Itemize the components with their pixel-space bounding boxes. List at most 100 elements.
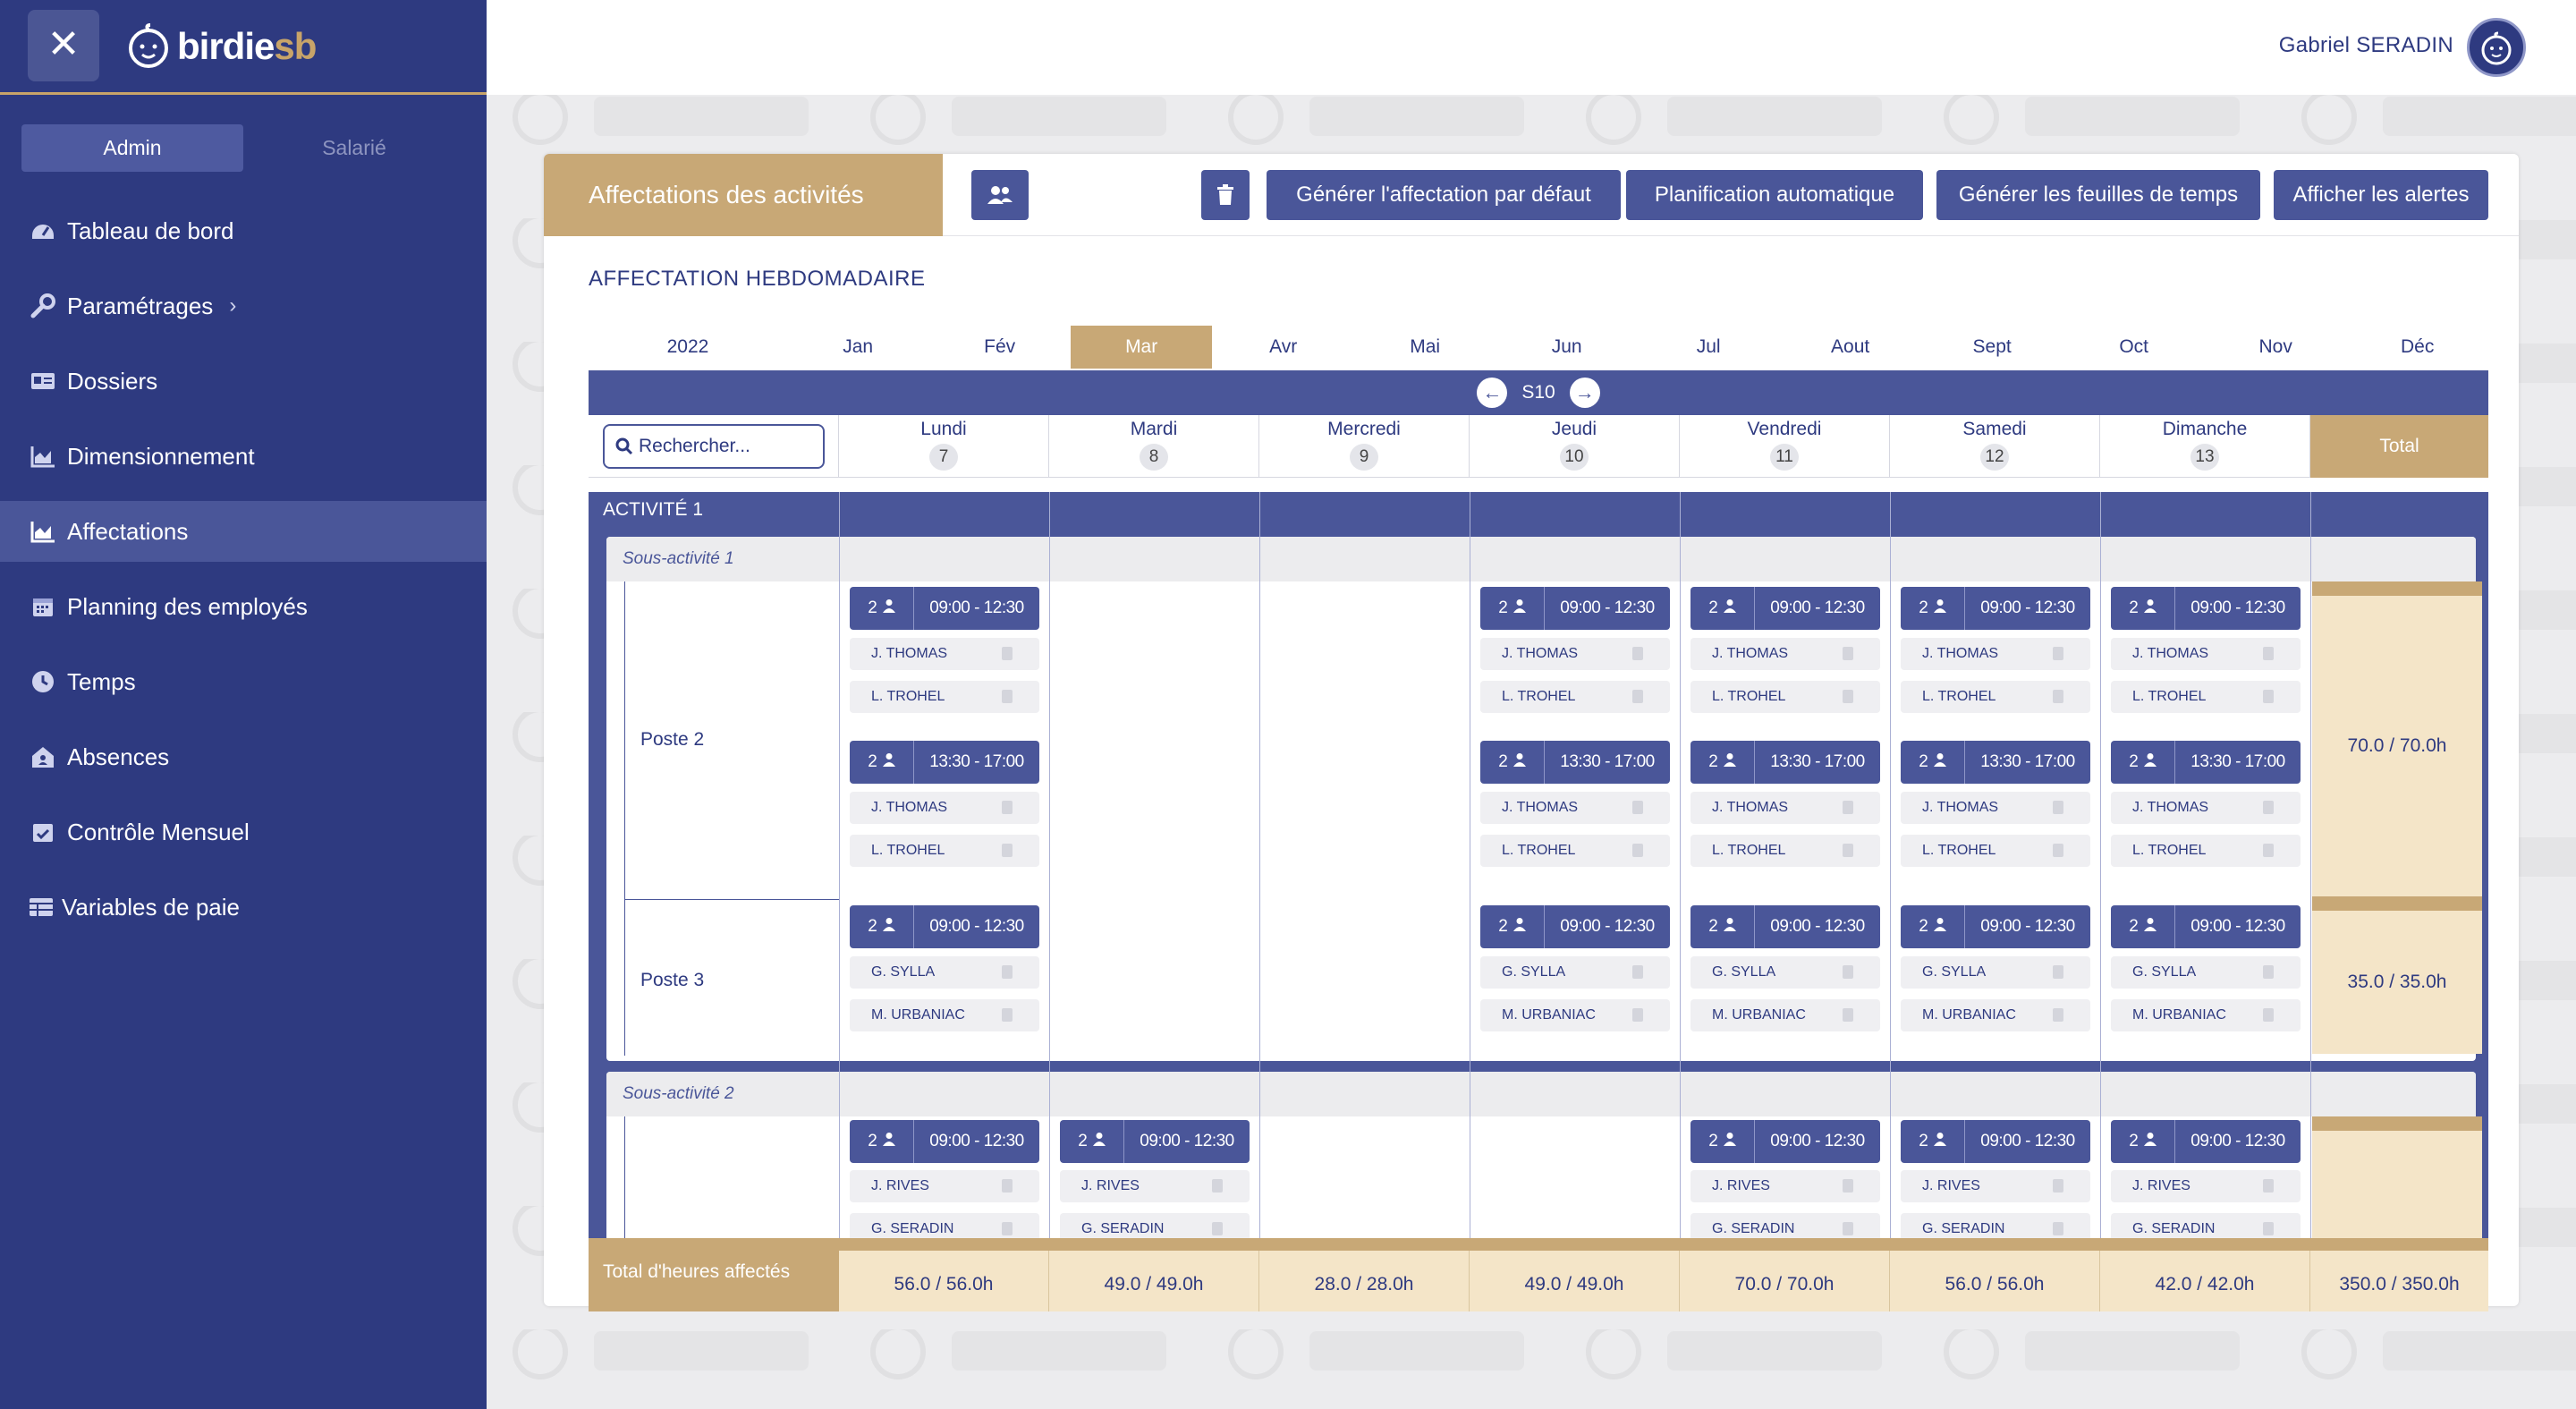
employee-chip[interactable]: G. SYLLA: [1901, 956, 2090, 989]
shift-slot[interactable]: 2 09:00 - 12:30: [1901, 587, 2090, 630]
shift-slot[interactable]: 2 13:30 - 17:00: [1901, 741, 2090, 784]
shift-slot[interactable]: 2 09:00 - 12:30: [850, 1120, 1039, 1163]
employee-chip[interactable]: L. TROHEL: [2111, 835, 2301, 867]
employee-chip[interactable]: G. SERADIN: [1060, 1213, 1250, 1238]
trash-icon[interactable]: [1843, 801, 1853, 814]
month-item[interactable]: Mai: [1354, 326, 1496, 369]
sidebar-item-tableau-de-bord[interactable]: Tableau de bord: [0, 200, 487, 261]
employee-chip[interactable]: L. TROHEL: [1480, 681, 1670, 713]
trash-icon[interactable]: [2053, 647, 2063, 660]
employee-chip[interactable]: G. SYLLA: [1480, 956, 1670, 989]
trash-icon[interactable]: [1843, 1222, 1853, 1235]
month-item[interactable]: Jun: [1496, 326, 1638, 369]
employee-chip[interactable]: M. URBANIAC: [1480, 999, 1670, 1031]
sidebar-item-variables-de-paie[interactable]: Variables de paie: [0, 877, 487, 938]
shift-slot[interactable]: 2 09:00 - 12:30: [1901, 905, 2090, 948]
month-item[interactable]: Jul: [1638, 326, 1780, 369]
sidebar-item-controle-mensuel[interactable]: Contrôle Mensuel: [0, 802, 487, 862]
trash-icon[interactable]: [2263, 965, 2274, 979]
delete-button[interactable]: [1201, 170, 1250, 220]
sidebar-item-parametrages[interactable]: Paramétrages ›: [0, 276, 487, 336]
employee-chip[interactable]: G. SERADIN: [1690, 1213, 1880, 1238]
employee-chip[interactable]: J. THOMAS: [2111, 638, 2301, 670]
employee-chip[interactable]: J. RIVES: [850, 1170, 1039, 1202]
generate-default-button[interactable]: Générer l'affectation par défaut: [1267, 170, 1621, 220]
assign-users-button[interactable]: [971, 170, 1029, 220]
show-alerts-button[interactable]: Afficher les alertes: [2274, 170, 2488, 220]
employee-chip[interactable]: M. URBANIAC: [850, 999, 1039, 1031]
employee-chip[interactable]: G. SYLLA: [850, 956, 1039, 989]
trash-icon[interactable]: [2263, 844, 2274, 857]
trash-icon[interactable]: [1002, 801, 1013, 814]
employee-chip[interactable]: J. RIVES: [1690, 1170, 1880, 1202]
employee-chip[interactable]: L. TROHEL: [1690, 835, 1880, 867]
user-name[interactable]: Gabriel SERADIN: [2279, 0, 2453, 95]
employee-chip[interactable]: J. THOMAS: [2111, 792, 2301, 824]
employee-chip[interactable]: J. RIVES: [1060, 1170, 1250, 1202]
trash-icon[interactable]: [2263, 1179, 2274, 1193]
shift-slot[interactable]: 2 13:30 - 17:00: [850, 741, 1039, 784]
shift-slot[interactable]: 2 09:00 - 12:30: [2111, 905, 2301, 948]
shift-slot[interactable]: 2 13:30 - 17:00: [2111, 741, 2301, 784]
search-input[interactable]: Rechercher...: [603, 424, 825, 469]
sidebar-item-temps[interactable]: Temps: [0, 651, 487, 712]
trash-icon[interactable]: [1002, 965, 1013, 979]
trash-icon[interactable]: [1632, 801, 1643, 814]
employee-chip[interactable]: J. THOMAS: [850, 792, 1039, 824]
sidebar-item-affectations[interactable]: Affectations: [0, 501, 487, 562]
trash-icon[interactable]: [1002, 690, 1013, 703]
employee-chip[interactable]: J. THOMAS: [1690, 638, 1880, 670]
trash-icon[interactable]: [2053, 1222, 2063, 1235]
trash-icon[interactable]: [1002, 844, 1013, 857]
trash-icon[interactable]: [1212, 1179, 1223, 1193]
arrow-right-icon[interactable]: →: [1569, 378, 1600, 408]
trash-icon[interactable]: [2053, 1179, 2063, 1193]
trash-icon[interactable]: [1002, 1008, 1013, 1022]
sidebar-item-dossiers[interactable]: Dossiers: [0, 351, 487, 412]
employee-chip[interactable]: G. SERADIN: [850, 1213, 1039, 1238]
employee-chip[interactable]: M. URBANIAC: [2111, 999, 2301, 1031]
employee-chip[interactable]: L. TROHEL: [2111, 681, 2301, 713]
trash-icon[interactable]: [1632, 844, 1643, 857]
shift-slot[interactable]: 2 09:00 - 12:30: [1901, 1120, 2090, 1163]
trash-icon[interactable]: [2053, 1008, 2063, 1022]
month-item-active[interactable]: Mar: [1070, 326, 1213, 369]
shift-slot[interactable]: 2 09:00 - 12:30: [1690, 1120, 1880, 1163]
shift-slot[interactable]: 2 09:00 - 12:30: [1480, 587, 1670, 630]
trash-icon[interactable]: [2263, 801, 2274, 814]
trash-icon[interactable]: [2053, 965, 2063, 979]
trash-icon[interactable]: [2263, 1222, 2274, 1235]
employee-chip[interactable]: L. TROHEL: [850, 835, 1039, 867]
trash-icon[interactable]: [1632, 690, 1643, 703]
trash-icon[interactable]: [1843, 844, 1853, 857]
tab-admin[interactable]: Admin: [21, 124, 243, 172]
trash-icon[interactable]: [1843, 647, 1853, 660]
month-item[interactable]: Sept: [1921, 326, 2063, 369]
trash-icon[interactable]: [1843, 1008, 1853, 1022]
shift-slot[interactable]: 2 09:00 - 12:30: [1690, 587, 1880, 630]
year-label[interactable]: 2022: [589, 326, 787, 369]
employee-chip[interactable]: L. TROHEL: [1480, 835, 1670, 867]
employee-chip[interactable]: L. TROHEL: [1901, 835, 2090, 867]
sidebar-item-planning[interactable]: Planning des employés: [0, 576, 487, 637]
tab-salarie[interactable]: Salarié: [243, 124, 465, 172]
trash-icon[interactable]: [2053, 844, 2063, 857]
employee-chip[interactable]: G. SERADIN: [2111, 1213, 2301, 1238]
trash-icon[interactable]: [1632, 647, 1643, 660]
shift-slot[interactable]: 2 09:00 - 12:30: [850, 587, 1039, 630]
employee-chip[interactable]: G. SERADIN: [1901, 1213, 2090, 1238]
shift-slot[interactable]: 2 09:00 - 12:30: [2111, 1120, 2301, 1163]
employee-chip[interactable]: M. URBANIAC: [1901, 999, 2090, 1031]
trash-icon[interactable]: [1002, 1179, 1013, 1193]
shift-slot[interactable]: 2 09:00 - 12:30: [850, 905, 1039, 948]
employee-chip[interactable]: J. RIVES: [1901, 1170, 2090, 1202]
employee-chip[interactable]: L. TROHEL: [1690, 681, 1880, 713]
month-item[interactable]: Jan: [787, 326, 929, 369]
trash-icon[interactable]: [2263, 690, 2274, 703]
sidebar-item-absences[interactable]: Absences: [0, 726, 487, 787]
trash-icon[interactable]: [2263, 647, 2274, 660]
employee-chip[interactable]: J. THOMAS: [850, 638, 1039, 670]
close-button[interactable]: ✕: [28, 10, 99, 81]
trash-icon[interactable]: [2053, 801, 2063, 814]
trash-icon[interactable]: [1002, 647, 1013, 660]
